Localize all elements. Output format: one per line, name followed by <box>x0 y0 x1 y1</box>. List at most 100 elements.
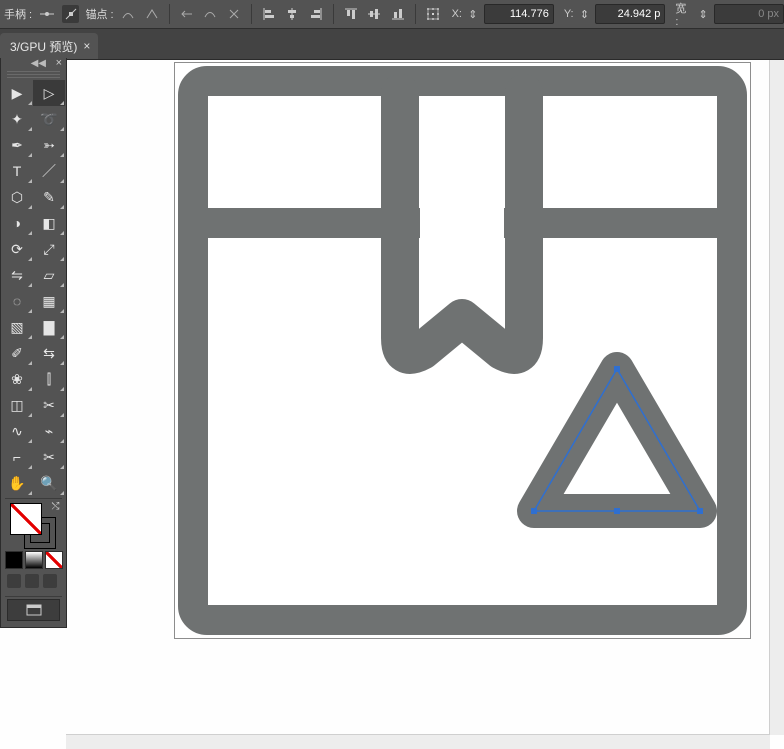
color-mode-row <box>1 551 66 569</box>
mesh-tool[interactable]: ▧ <box>1 314 33 340</box>
hand-tool[interactable]: ✋ <box>1 470 33 496</box>
link-xy-icon[interactable]: ⇕ <box>468 5 478 23</box>
paintbrush-icon: ✎ <box>43 189 55 206</box>
symbol-sprayer-tool[interactable]: ❀ <box>1 366 33 392</box>
paintbrush-tool[interactable]: ✎ <box>33 184 65 210</box>
y-field[interactable]: 24.942 p <box>595 4 665 24</box>
tools-panel: ◀◀ × ▶▷✦➰✒ ➳ T ／ ⬡ ✎ ◑◧⟳ ⤢ ⇋ ▱◌ ▦ ▧ ▇✐ ⇆ ❀ ⫿ ◫ ✂ ∿ ⌁ ⌐ ✂ ✋ 🔍 ⤭ <box>0 58 67 628</box>
zoom-icon: 🔍 <box>40 475 57 492</box>
free-transform-tool[interactable]: ▱ <box>33 262 65 288</box>
column-graph-icon: ⫿ <box>47 371 51 388</box>
align-top-icon[interactable] <box>342 5 360 23</box>
eraser-tool[interactable]: ◧ <box>33 210 65 236</box>
handle-mode-corner-icon[interactable] <box>62 5 80 23</box>
vertical-scrollbar[interactable] <box>769 58 784 735</box>
screen-mode-row <box>1 571 66 594</box>
draw-behind-icon[interactable] <box>25 574 39 588</box>
artboard[interactable] <box>174 62 751 639</box>
magic-wand-tool[interactable]: ✦ <box>1 106 33 132</box>
artboard-icon: ◫ <box>10 397 23 414</box>
perspective-icon: ▦ <box>42 293 55 310</box>
align-bottom-icon[interactable] <box>389 5 407 23</box>
curve-tool[interactable]: ∿ <box>1 418 33 444</box>
direct-selection-tool[interactable]: ▷ <box>33 80 65 106</box>
document-tab[interactable]: 3/GPU 预览) × <box>0 33 98 59</box>
shape-builder-tool[interactable]: ◑ <box>1 210 33 236</box>
perspective-tool[interactable]: ▦ <box>33 288 65 314</box>
fill-stroke-control[interactable]: ⤭ <box>10 503 58 547</box>
curve-icon: ∿ <box>11 423 23 440</box>
options-bar: 手柄 : 锚点 : X: ⇕ 114.776 Y: ⇕ 24.942 p 宽 :… <box>0 0 784 29</box>
anchor-smooth-icon[interactable] <box>120 5 138 23</box>
scale-tool[interactable]: ⤢ <box>33 236 65 262</box>
rectangle-icon: ⬡ <box>11 189 23 206</box>
swap-fill-stroke-icon[interactable]: ⤭ <box>52 501 60 512</box>
fill-swatch[interactable] <box>10 503 42 535</box>
anchor-corner-icon[interactable] <box>143 5 161 23</box>
link-xy-icon-2[interactable]: ⇕ <box>580 5 590 23</box>
color-mode-none[interactable] <box>45 551 63 569</box>
selection-tool[interactable]: ▶ <box>1 80 33 106</box>
line-segment-tool[interactable]: ／ <box>33 158 65 184</box>
align-hcenter-icon[interactable] <box>284 5 302 23</box>
rectangle-tool[interactable]: ⬡ <box>1 184 33 210</box>
align-vcenter-icon[interactable] <box>366 5 384 23</box>
shape-builder-2-tool[interactable]: ◌ <box>1 288 33 314</box>
crop-tool[interactable]: ⌐ <box>1 444 33 470</box>
pen-tool[interactable]: ✒ <box>1 132 33 158</box>
handle-label: 手柄 : <box>4 6 32 22</box>
connect-path-icon[interactable] <box>202 5 220 23</box>
knife-icon: ✂ <box>43 449 55 466</box>
triangle-shape[interactable] <box>531 366 703 514</box>
reference-point-icon[interactable] <box>424 5 442 23</box>
rotate-tool[interactable]: ⟳ <box>1 236 33 262</box>
cut-path-icon[interactable] <box>225 5 243 23</box>
anchor-tool[interactable]: ⌁ <box>33 418 65 444</box>
x-field[interactable]: 114.776 <box>484 4 554 24</box>
hand-icon: ✋ <box>8 475 25 492</box>
type-tool[interactable]: T <box>1 158 33 184</box>
artwork-package-icon[interactable] <box>175 63 750 638</box>
close-panel-icon[interactable]: × <box>56 57 62 69</box>
curvature-tool[interactable]: ➳ <box>33 132 65 158</box>
width-tool[interactable]: ⇋ <box>1 262 33 288</box>
knife-tool[interactable]: ✂ <box>33 444 65 470</box>
blend-tool[interactable]: ⇆ <box>33 340 65 366</box>
symbol-sprayer-icon: ❀ <box>11 371 23 388</box>
draw-normal-icon[interactable] <box>7 574 21 588</box>
mesh-icon: ▧ <box>10 319 23 336</box>
gradient-tool[interactable]: ▇ <box>33 314 65 340</box>
width-icon: ⇋ <box>11 267 23 284</box>
horizontal-scrollbar[interactable] <box>66 734 770 749</box>
column-graph-tool[interactable]: ⫿ <box>33 366 65 392</box>
remove-anchor-icon[interactable] <box>178 5 196 23</box>
scale-icon: ⤢ <box>43 241 54 258</box>
align-left-icon[interactable] <box>260 5 278 23</box>
document-tab-strip: 3/GPU 预览) × <box>0 29 784 60</box>
panel-gripper[interactable] <box>7 71 60 78</box>
y-label: Y: <box>564 8 574 20</box>
color-mode-gradient[interactable] <box>25 551 43 569</box>
color-mode-solid[interactable] <box>5 551 23 569</box>
curvature-icon: ➳ <box>43 137 55 154</box>
canvas-area[interactable] <box>66 58 784 749</box>
slice-tool[interactable]: ✂ <box>33 392 65 418</box>
artboard-tool[interactable]: ◫ <box>1 392 33 418</box>
link-wh-icon[interactable]: ⇕ <box>698 5 708 23</box>
w-field[interactable]: 0 px <box>714 4 784 24</box>
blend-icon: ⇆ <box>43 345 55 362</box>
align-right-icon[interactable] <box>307 5 325 23</box>
lasso-tool[interactable]: ➰ <box>33 106 65 132</box>
screen-mode-button[interactable] <box>7 599 60 621</box>
eyedropper-tool[interactable]: ✐ <box>1 340 33 366</box>
handle-mode-icon[interactable] <box>38 5 56 23</box>
line-segment-icon: ／ <box>42 161 56 181</box>
zoom-tool[interactable]: 🔍 <box>33 470 65 496</box>
slice-icon: ✂ <box>43 397 55 414</box>
x-label: X: <box>452 8 462 20</box>
anchor-label: 锚点 : <box>85 6 113 22</box>
draw-inside-icon[interactable] <box>43 574 57 588</box>
close-tab-icon[interactable]: × <box>83 39 90 53</box>
crop-icon: ⌐ <box>13 449 21 465</box>
collapse-panel-icon[interactable]: ◀◀ <box>31 58 46 69</box>
